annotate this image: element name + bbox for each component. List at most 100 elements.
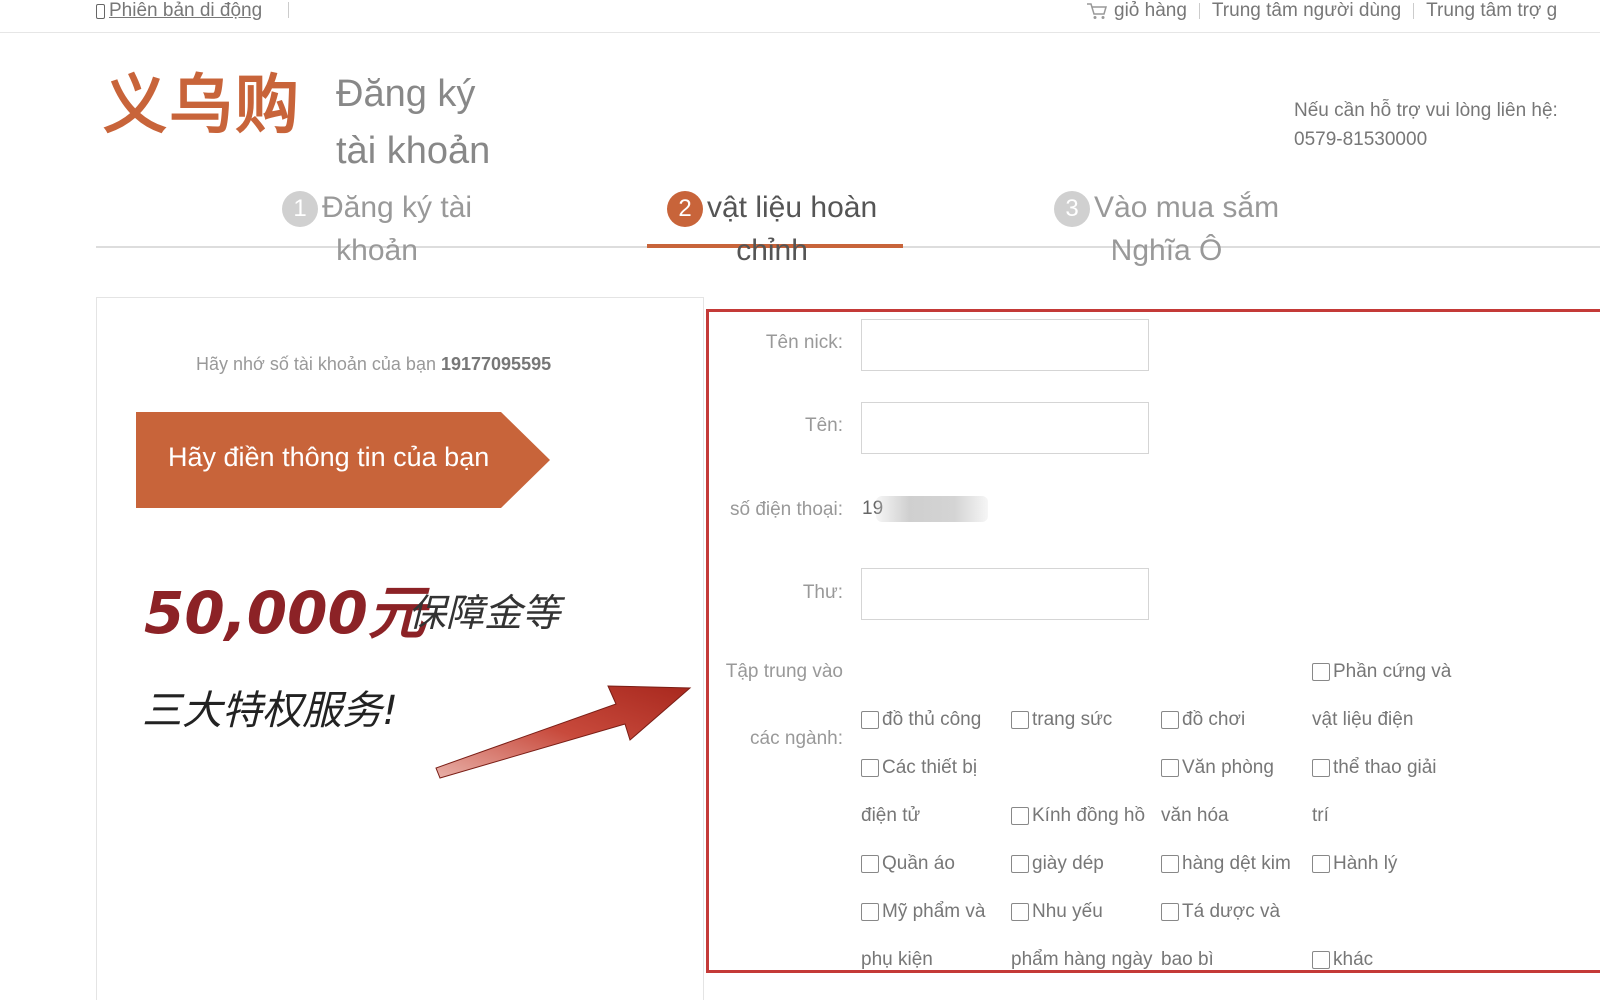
divider [1413,3,1415,19]
checkbox[interactable] [1011,855,1029,873]
category-checkbox-cosmetics[interactable]: Mỹ phẩm và [861,901,985,923]
category-checkbox-packaging[interactable]: Tá dược và [1161,901,1280,923]
deposit-subtitle: 保障金等 [408,591,561,635]
category-label: phụ kiện [861,949,933,970]
step-number: 1 [282,191,318,228]
step-label: Đăng ký tài [322,191,473,224]
category-label: phẩm hàng ngày [1011,949,1153,970]
category-label: thể thao giải [1333,757,1437,778]
checkbox[interactable] [1312,663,1330,681]
industry-label: Tập trung vào [725,661,843,682]
checkbox[interactable] [1161,711,1179,729]
mobile-version-label: Phiên bản di động [109,0,263,21]
remember-label: Hãy nhớ số tài khoản của bạn [196,354,436,374]
checkbox[interactable] [1011,711,1029,729]
category-checkbox-knit[interactable]: hàng dệt kim [1161,853,1291,875]
name-label: Tên: [804,415,843,436]
category-label: vật liệu điện [1312,709,1414,730]
deposit-amount: 50,000元 [144,579,426,647]
step-label: chỉnh [736,234,808,267]
checkbox[interactable] [861,759,879,777]
remember-account-text: Hãy nhớ số tài khoản của bạn 19177095595 [196,354,551,375]
category-label: Quần áo [882,853,955,874]
category-label: trang sức [1032,709,1113,730]
category-checkbox-toys[interactable]: đồ chơi [1161,709,1245,731]
category-checkbox-handicraft[interactable]: đồ thủ công [861,709,981,731]
step-label: khoản [336,234,418,267]
category-checkbox-luggage[interactable]: Hành lý [1312,853,1397,875]
phone-icon [96,3,105,19]
checkbox[interactable] [861,903,879,921]
step-label: vật liệu hoàn [707,191,878,224]
industry-label: các ngành: [750,728,843,749]
category-checkbox-hardware[interactable]: Phần cứng và [1312,661,1451,683]
divider [1198,3,1200,19]
page-title: Đăng ký tài khoản [336,66,526,180]
category-label: Phần cứng và [1333,661,1452,682]
category-label: Các thiết bị [882,757,978,778]
category-label: giày dép [1032,853,1104,874]
checkbox[interactable] [1312,855,1330,873]
nick-label: Tên nick: [765,332,843,353]
step-number: 2 [667,191,703,228]
category-label: Hành lý [1333,853,1398,874]
category-checkbox-shoes[interactable]: giày dép [1011,853,1104,875]
phone-label: số điện thoại: [729,499,843,520]
highlight-frame [706,309,1600,973]
page-title-line: tài khoản [336,130,491,172]
banner-text: Hãy điền thông tin của bạn [168,442,490,472]
divider [288,2,289,18]
category-label: bao bì [1161,949,1214,970]
checkbox[interactable] [1011,807,1029,825]
support-phone: 0579-81530000 [1294,129,1428,150]
support-text: Nếu cần hỗ trợ vui lòng liên hệ: [1294,100,1558,121]
mail-label: Thư: [802,582,843,603]
mail-input[interactable] [861,568,1149,620]
checkbox[interactable] [1312,759,1330,777]
arrow-icon [435,685,692,779]
phone-value-blur [876,496,988,522]
category-checkbox-clothing[interactable]: Quần áo [861,853,955,875]
step-number: 3 [1054,191,1090,228]
step-complete-info: 2 vật liệu hoàn chỉnh [667,186,877,272]
checkbox[interactable] [861,855,879,873]
help-center-link[interactable]: Trung tâm trợ g [1426,0,1557,22]
cart-link[interactable]: giỏ hàng [1114,0,1187,22]
checkbox[interactable] [1161,903,1179,921]
category-label: trí [1312,805,1329,826]
checkbox[interactable] [1011,903,1029,921]
site-logo[interactable]: 义乌购 [103,54,301,146]
checkbox[interactable] [1161,759,1179,777]
step-label: Nghĩa Ô [1110,234,1223,267]
category-label: văn hóa [1161,805,1229,826]
category-checkbox-sports[interactable]: thể thao giải [1312,757,1437,779]
step-register-account: 1 Đăng ký tài khoản [282,186,472,272]
category-label: hàng dệt kim [1182,853,1291,874]
category-checkbox-office[interactable]: Văn phòng [1161,757,1274,779]
step-label: Vào mua sắm [1094,191,1280,224]
nick-input[interactable] [861,319,1149,371]
checkbox[interactable] [1312,951,1330,969]
mobile-version-link[interactable]: Phiên bản di động [96,0,262,22]
user-center-link[interactable]: Trung tâm người dùng [1212,0,1401,22]
category-checkbox-glasses[interactable]: Kính đồng hồ [1011,805,1145,827]
fill-info-banner: Hãy điền thông tin của bạn [136,412,550,508]
category-label: đồ thủ công [882,709,982,730]
top-bar: Phiên bản di động giỏ hàng Trung tâm ngư… [0,0,1600,33]
category-label: Kính đồng hồ [1032,805,1146,826]
checkbox[interactable] [1161,855,1179,873]
category-label: khác [1333,949,1374,970]
category-checkbox-electronics[interactable]: Các thiết bị [861,757,977,779]
category-checkbox-daily[interactable]: Nhu yếu [1011,901,1103,923]
page-title-line: Đăng ký [336,73,476,115]
category-checkbox-jewelry[interactable]: trang sức [1011,709,1112,731]
category-label: Văn phòng [1182,757,1274,778]
category-checkbox-other[interactable]: khác [1312,949,1373,971]
category-label: Mỹ phẩm và [882,901,986,922]
category-label: đồ chơi [1182,709,1246,730]
privilege-text: 三大特权服务! [142,688,399,734]
checkbox[interactable] [861,711,879,729]
support-info: Nếu cần hỗ trợ vui lòng liên hệ: 0579-81… [1294,96,1558,154]
category-label: điện tử [861,805,921,826]
name-input[interactable] [861,402,1149,454]
